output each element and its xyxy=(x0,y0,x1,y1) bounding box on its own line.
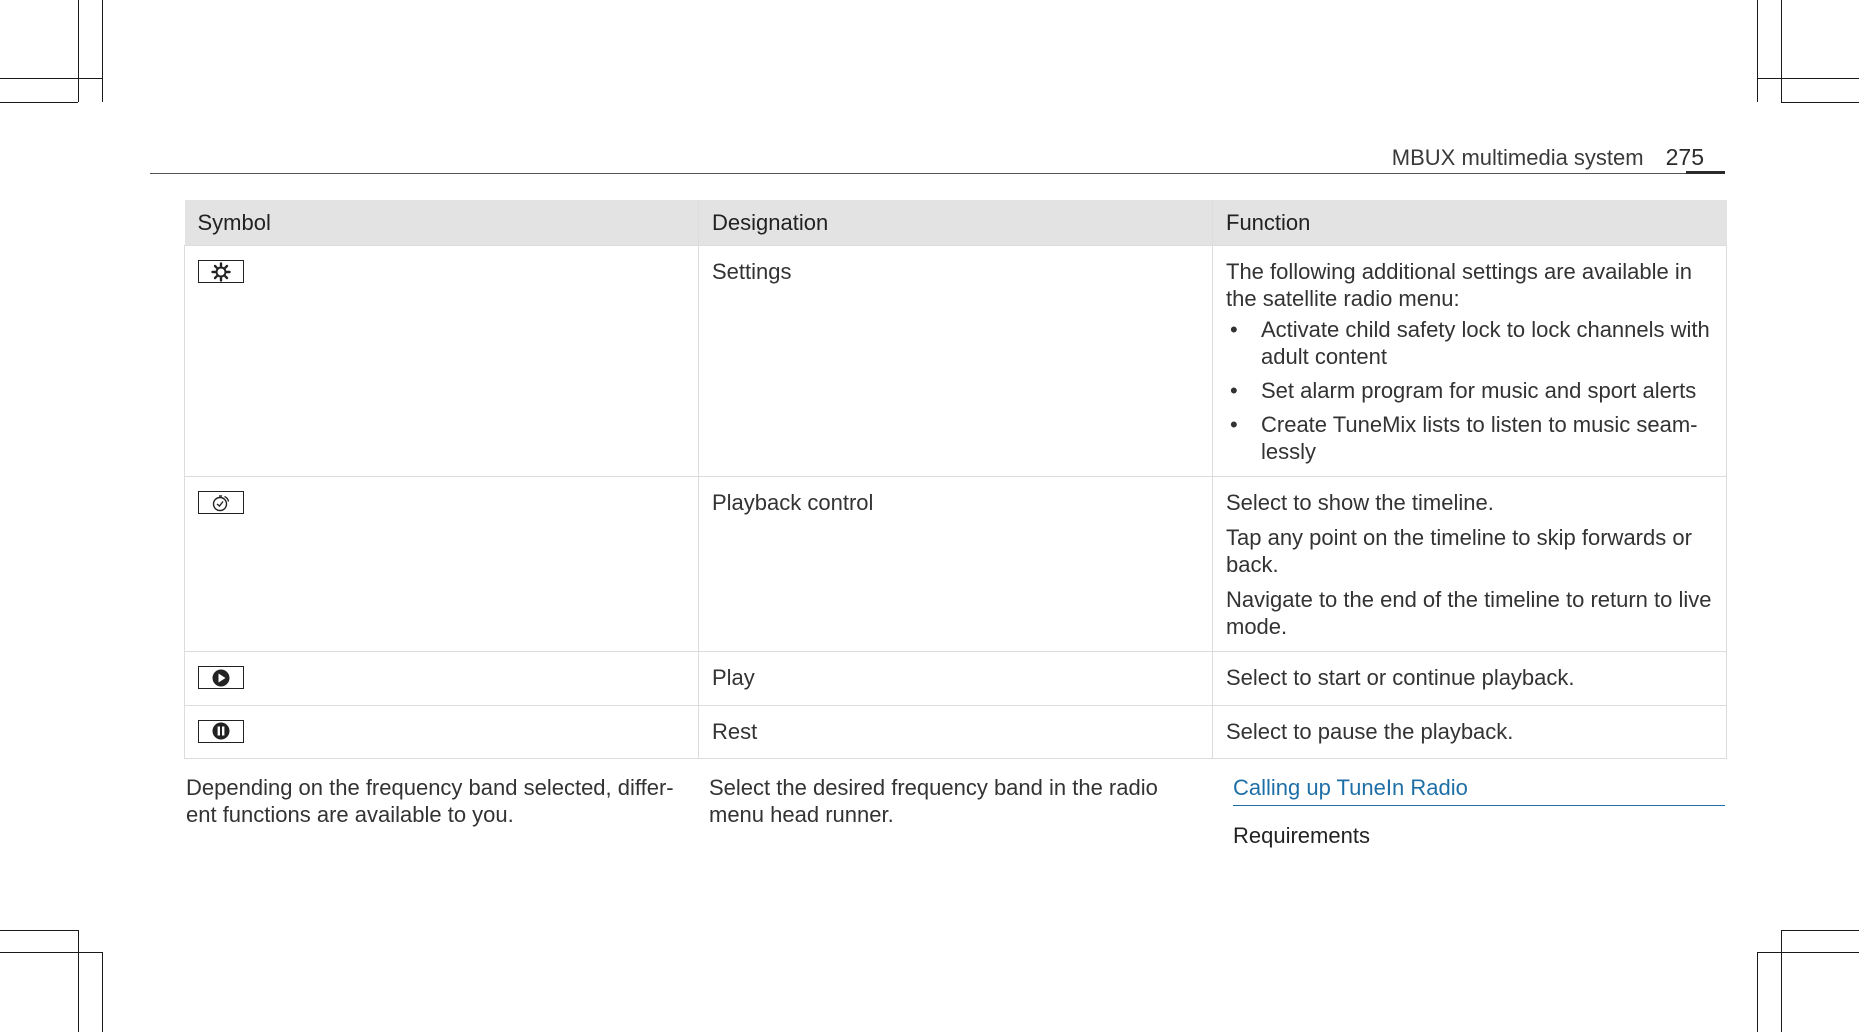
function-cell: Select to pause the playback. xyxy=(1212,704,1727,759)
timer-icon xyxy=(198,491,244,514)
crop-mark xyxy=(1781,930,1782,1032)
table-row: Playback control Select to show the time… xyxy=(184,476,1727,652)
symbol-cell xyxy=(184,476,699,652)
crop-mark xyxy=(102,0,103,102)
page-number: 275 xyxy=(1665,144,1704,170)
function-paragraph: Tap any point on the timeline to skip fo… xyxy=(1226,525,1692,577)
table-row: Rest Select to pause the playback. xyxy=(184,704,1727,759)
symbol-table: Symbol Designation Function Settings The… xyxy=(184,200,1727,759)
crop-mark xyxy=(1757,0,1758,102)
gear-icon xyxy=(198,260,244,283)
requirements-heading: Requirements xyxy=(1233,823,1370,848)
crop-mark xyxy=(1781,0,1782,102)
function-cell: Select to show the timeline. Tap any poi… xyxy=(1212,476,1727,652)
instruction-paragraph: Select the desired frequency band in the… xyxy=(709,775,1158,827)
pause-icon xyxy=(198,719,244,743)
function-cell: The following additional settings are av… xyxy=(1212,245,1727,477)
table-row: Play Select to start or continue playbac… xyxy=(184,651,1727,706)
crop-mark xyxy=(0,78,102,79)
designation-cell: Playback control xyxy=(698,476,1213,652)
list-item: Activate child safety lock to lock chann… xyxy=(1226,316,1713,370)
function-paragraph: Select to show the timeline. xyxy=(1226,490,1494,515)
symbol-cell xyxy=(184,704,699,759)
crop-mark xyxy=(78,0,79,102)
header-rule xyxy=(150,173,1725,174)
crop-mark xyxy=(1757,952,1758,1032)
crop-mark xyxy=(1781,102,1859,103)
table-row: Settings The following additional settin… xyxy=(184,245,1727,477)
crop-mark xyxy=(1757,952,1859,953)
column-header-function: Function xyxy=(1212,200,1727,246)
column-header-designation: Designation xyxy=(698,200,1213,246)
list-item: Create TuneMix lists to listen to music … xyxy=(1226,411,1713,465)
section-title: MBUX multimedia system xyxy=(1391,145,1644,170)
function-intro: The following additional settings are av… xyxy=(1226,259,1692,311)
designation-cell: Play xyxy=(698,651,1213,706)
crop-mark xyxy=(78,930,79,1032)
function-list: Activate child safety lock to lock chann… xyxy=(1226,316,1713,465)
crop-mark xyxy=(1757,78,1859,79)
function-paragraph: Navigate to the end of the timeline to r… xyxy=(1226,587,1712,639)
function-cell: Select to start or continue playback. xyxy=(1212,651,1727,706)
section-column: Calling up TuneIn Radio Requirements xyxy=(1233,774,1725,849)
symbol-cell xyxy=(184,245,699,477)
section-heading-link[interactable]: Calling up TuneIn Radio xyxy=(1233,774,1725,806)
table-header-row: Symbol Designation Function xyxy=(184,200,1727,246)
crop-mark xyxy=(0,952,102,953)
designation-cell: Settings xyxy=(698,245,1213,477)
page-number-underline xyxy=(1686,171,1725,174)
crop-mark xyxy=(0,102,78,103)
intro-paragraph: Depending on the frequency band selected… xyxy=(186,775,674,827)
running-header: MBUX multimedia system 275 xyxy=(1392,144,1704,171)
designation-cell: Rest xyxy=(698,704,1213,759)
symbol-cell xyxy=(184,651,699,706)
crop-mark xyxy=(102,952,103,1032)
play-icon xyxy=(198,666,244,689)
column-header-symbol: Symbol xyxy=(184,200,699,246)
crop-mark xyxy=(1781,930,1859,931)
crop-mark xyxy=(0,930,78,931)
list-item: Set alarm program for music and sport al… xyxy=(1226,377,1713,404)
